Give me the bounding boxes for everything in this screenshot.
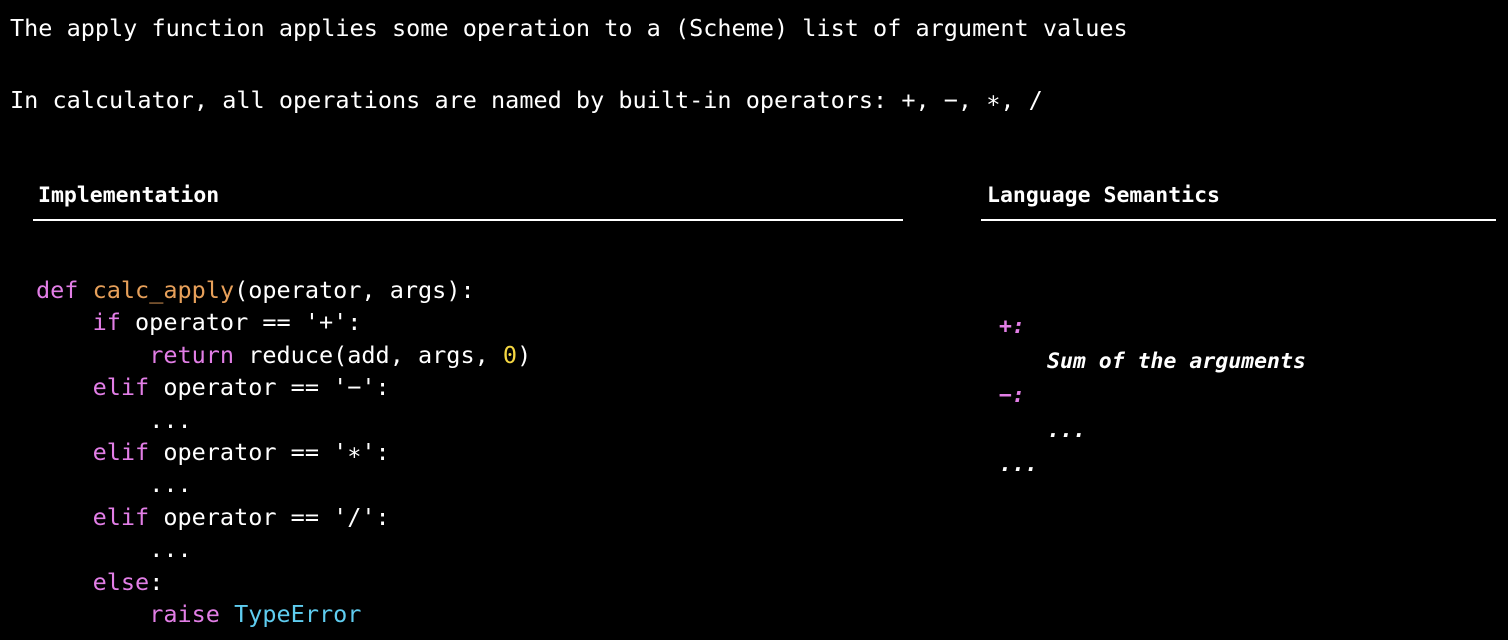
code-text: reduce(add, args, xyxy=(234,340,503,369)
semantics-desc-plus: Sum of the arguments xyxy=(1047,348,1306,374)
code-line-ellipsis: ... xyxy=(36,468,531,500)
code-number: 0 xyxy=(502,340,518,369)
code-line-def: def calc_apply(operator, args): xyxy=(36,274,531,306)
code-keyword: elif xyxy=(92,502,150,531)
code-keyword: raise xyxy=(149,599,220,628)
code-keyword: if xyxy=(92,308,121,337)
implementation-divider xyxy=(33,219,903,221)
semantics-op-minus: −: xyxy=(999,383,1025,408)
code-line-elif-times: elif operator == '∗': xyxy=(36,436,531,468)
code-text: ... xyxy=(149,470,192,499)
code-function-name: calc_apply xyxy=(92,276,235,304)
semantics-desc-minus: ... xyxy=(1047,417,1086,443)
implementation-heading: Implementation xyxy=(38,183,220,208)
code-keyword: elif xyxy=(92,437,150,466)
code-class-name: TypeError xyxy=(234,599,362,628)
code-line-elif-divide: elif operator == '/': xyxy=(36,501,531,533)
code-keyword: return xyxy=(149,340,235,369)
code-block: def calc_apply(operator, args): if opera… xyxy=(36,274,531,630)
intro-text-apply: The apply function applies some operatio… xyxy=(10,14,1128,42)
code-line-else: else: xyxy=(36,566,531,598)
code-line-elif-minus: elif operator == '−': xyxy=(36,371,531,403)
code-text: ... xyxy=(149,535,192,564)
code-keyword: elif xyxy=(92,373,150,402)
code-line-ellipsis: ... xyxy=(36,533,531,565)
semantics-more: ... xyxy=(999,452,1038,477)
code-text: ) xyxy=(517,340,532,369)
code-text: operator == '+': xyxy=(120,308,362,337)
code-keyword: else xyxy=(92,567,150,596)
code-line-ellipsis: ... xyxy=(36,404,531,436)
code-text: (operator, args): xyxy=(234,276,475,304)
code-text: ... xyxy=(149,405,192,434)
code-text: operator == '∗': xyxy=(149,437,390,466)
code-line-return: return reduce(add, args, 0) xyxy=(36,339,531,371)
intro-text-operators: In calculator, all operations are named … xyxy=(10,86,1043,114)
code-text: operator == '−': xyxy=(149,373,390,402)
semantics-op-plus: +: xyxy=(999,314,1025,339)
semantics-heading: Language Semantics xyxy=(987,183,1220,208)
code-line-raise: raise TypeError xyxy=(36,598,531,630)
code-line-if: if operator == '+': xyxy=(36,306,531,338)
code-text: operator == '/': xyxy=(149,502,390,531)
code-text: : xyxy=(149,567,164,596)
semantics-list: +: Sum of the arguments −: ... ... xyxy=(999,310,1306,483)
semantics-divider xyxy=(981,219,1496,221)
code-keyword: def xyxy=(36,276,79,304)
